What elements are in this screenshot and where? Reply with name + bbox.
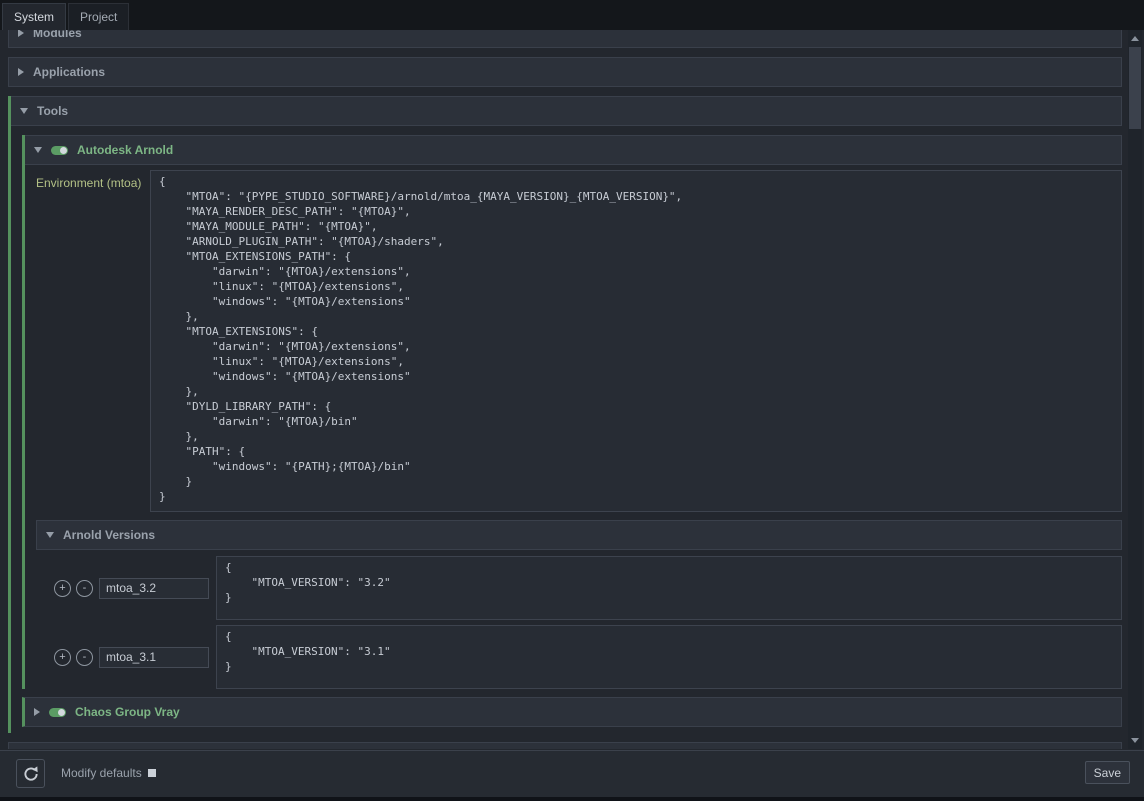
version-key-input[interactable]	[99, 647, 209, 668]
section-tools-label: Tools	[37, 104, 68, 118]
footer-bar: Modify defaults Save	[0, 750, 1144, 797]
expand-arrow-icon	[18, 68, 24, 76]
scroll-down-button[interactable]	[1128, 733, 1142, 748]
refresh-button[interactable]	[16, 759, 45, 788]
tab-system[interactable]: System	[2, 3, 66, 30]
expand-arrow-icon	[34, 708, 40, 716]
expand-arrow-icon	[18, 30, 24, 37]
arnold-enabled-toggle-icon[interactable]	[51, 146, 68, 155]
scroll-down-icon	[1131, 738, 1139, 743]
collapse-arrow-icon	[20, 108, 28, 114]
scroll-up-icon	[1131, 36, 1139, 41]
section-header-tools[interactable]: Tools	[11, 96, 1122, 126]
scrollbar-thumb[interactable]	[1129, 47, 1141, 129]
arnold-section: Autodesk Arnold Environment (mtoa) { "MT…	[22, 135, 1122, 689]
version-key-input[interactable]	[99, 578, 209, 599]
arnold-versions-section: Arnold Versions + - { "MTOA_VERSION": "3…	[36, 520, 1122, 689]
vray-header[interactable]: Chaos Group Vray	[22, 697, 1122, 727]
section-applications-label: Applications	[33, 65, 105, 79]
version-json-editor[interactable]: { "MTOA_VERSION": "3.1" }	[216, 625, 1122, 689]
add-version-button[interactable]: +	[54, 580, 71, 597]
version-row: + - { "MTOA_VERSION": "3.2" }	[36, 556, 1122, 620]
add-version-button[interactable]: +	[54, 649, 71, 666]
window-bottom-edge	[0, 797, 1144, 801]
modify-defaults-checkbox[interactable]	[148, 769, 156, 777]
environment-json-editor[interactable]: { "MTOA": "{PYPE_STUDIO_SOFTWARE}/arnold…	[150, 170, 1122, 512]
tools-body: Autodesk Arnold Environment (mtoa) { "MT…	[11, 126, 1122, 733]
section-header-modules[interactable]: Modules	[8, 30, 1122, 48]
arnold-versions-header[interactable]: Arnold Versions	[36, 520, 1122, 550]
arnold-environment-row: Environment (mtoa) { "MTOA": "{PYPE_STUD…	[36, 170, 1122, 512]
tab-project[interactable]: Project	[68, 3, 129, 30]
vertical-scrollbar[interactable]	[1128, 30, 1142, 749]
settings-scroll-area: Modules Applications Tools Autodesk Arno…	[0, 30, 1122, 749]
refresh-icon	[22, 765, 40, 783]
tab-bar: System Project	[0, 0, 1144, 30]
save-button[interactable]: Save	[1085, 761, 1130, 784]
section-modules-label: Modules	[33, 30, 82, 40]
vray-enabled-toggle-icon[interactable]	[49, 708, 66, 717]
section-header-applications[interactable]: Applications	[8, 57, 1122, 87]
modify-defaults-label: Modify defaults	[61, 766, 142, 780]
remove-version-button[interactable]: -	[76, 649, 93, 666]
section-tools: Tools Autodesk Arnold Environment (mtoa)…	[8, 96, 1122, 733]
remove-version-button[interactable]: -	[76, 580, 93, 597]
environment-label: Environment (mtoa)	[36, 170, 144, 190]
version-row: + - { "MTOA_VERSION": "3.1" }	[36, 625, 1122, 689]
collapse-arrow-icon	[46, 532, 54, 538]
arnold-versions-title: Arnold Versions	[63, 528, 155, 542]
settings-window: System Project Modules Applications Tool…	[0, 0, 1144, 801]
vray-title: Chaos Group Vray	[75, 705, 180, 719]
collapse-arrow-icon	[34, 147, 42, 153]
section-header-partial[interactable]	[8, 742, 1122, 749]
version-json-editor[interactable]: { "MTOA_VERSION": "3.2" }	[216, 556, 1122, 620]
arnold-title: Autodesk Arnold	[77, 143, 173, 157]
arnold-header[interactable]: Autodesk Arnold	[25, 135, 1122, 165]
scroll-up-button[interactable]	[1128, 31, 1142, 46]
